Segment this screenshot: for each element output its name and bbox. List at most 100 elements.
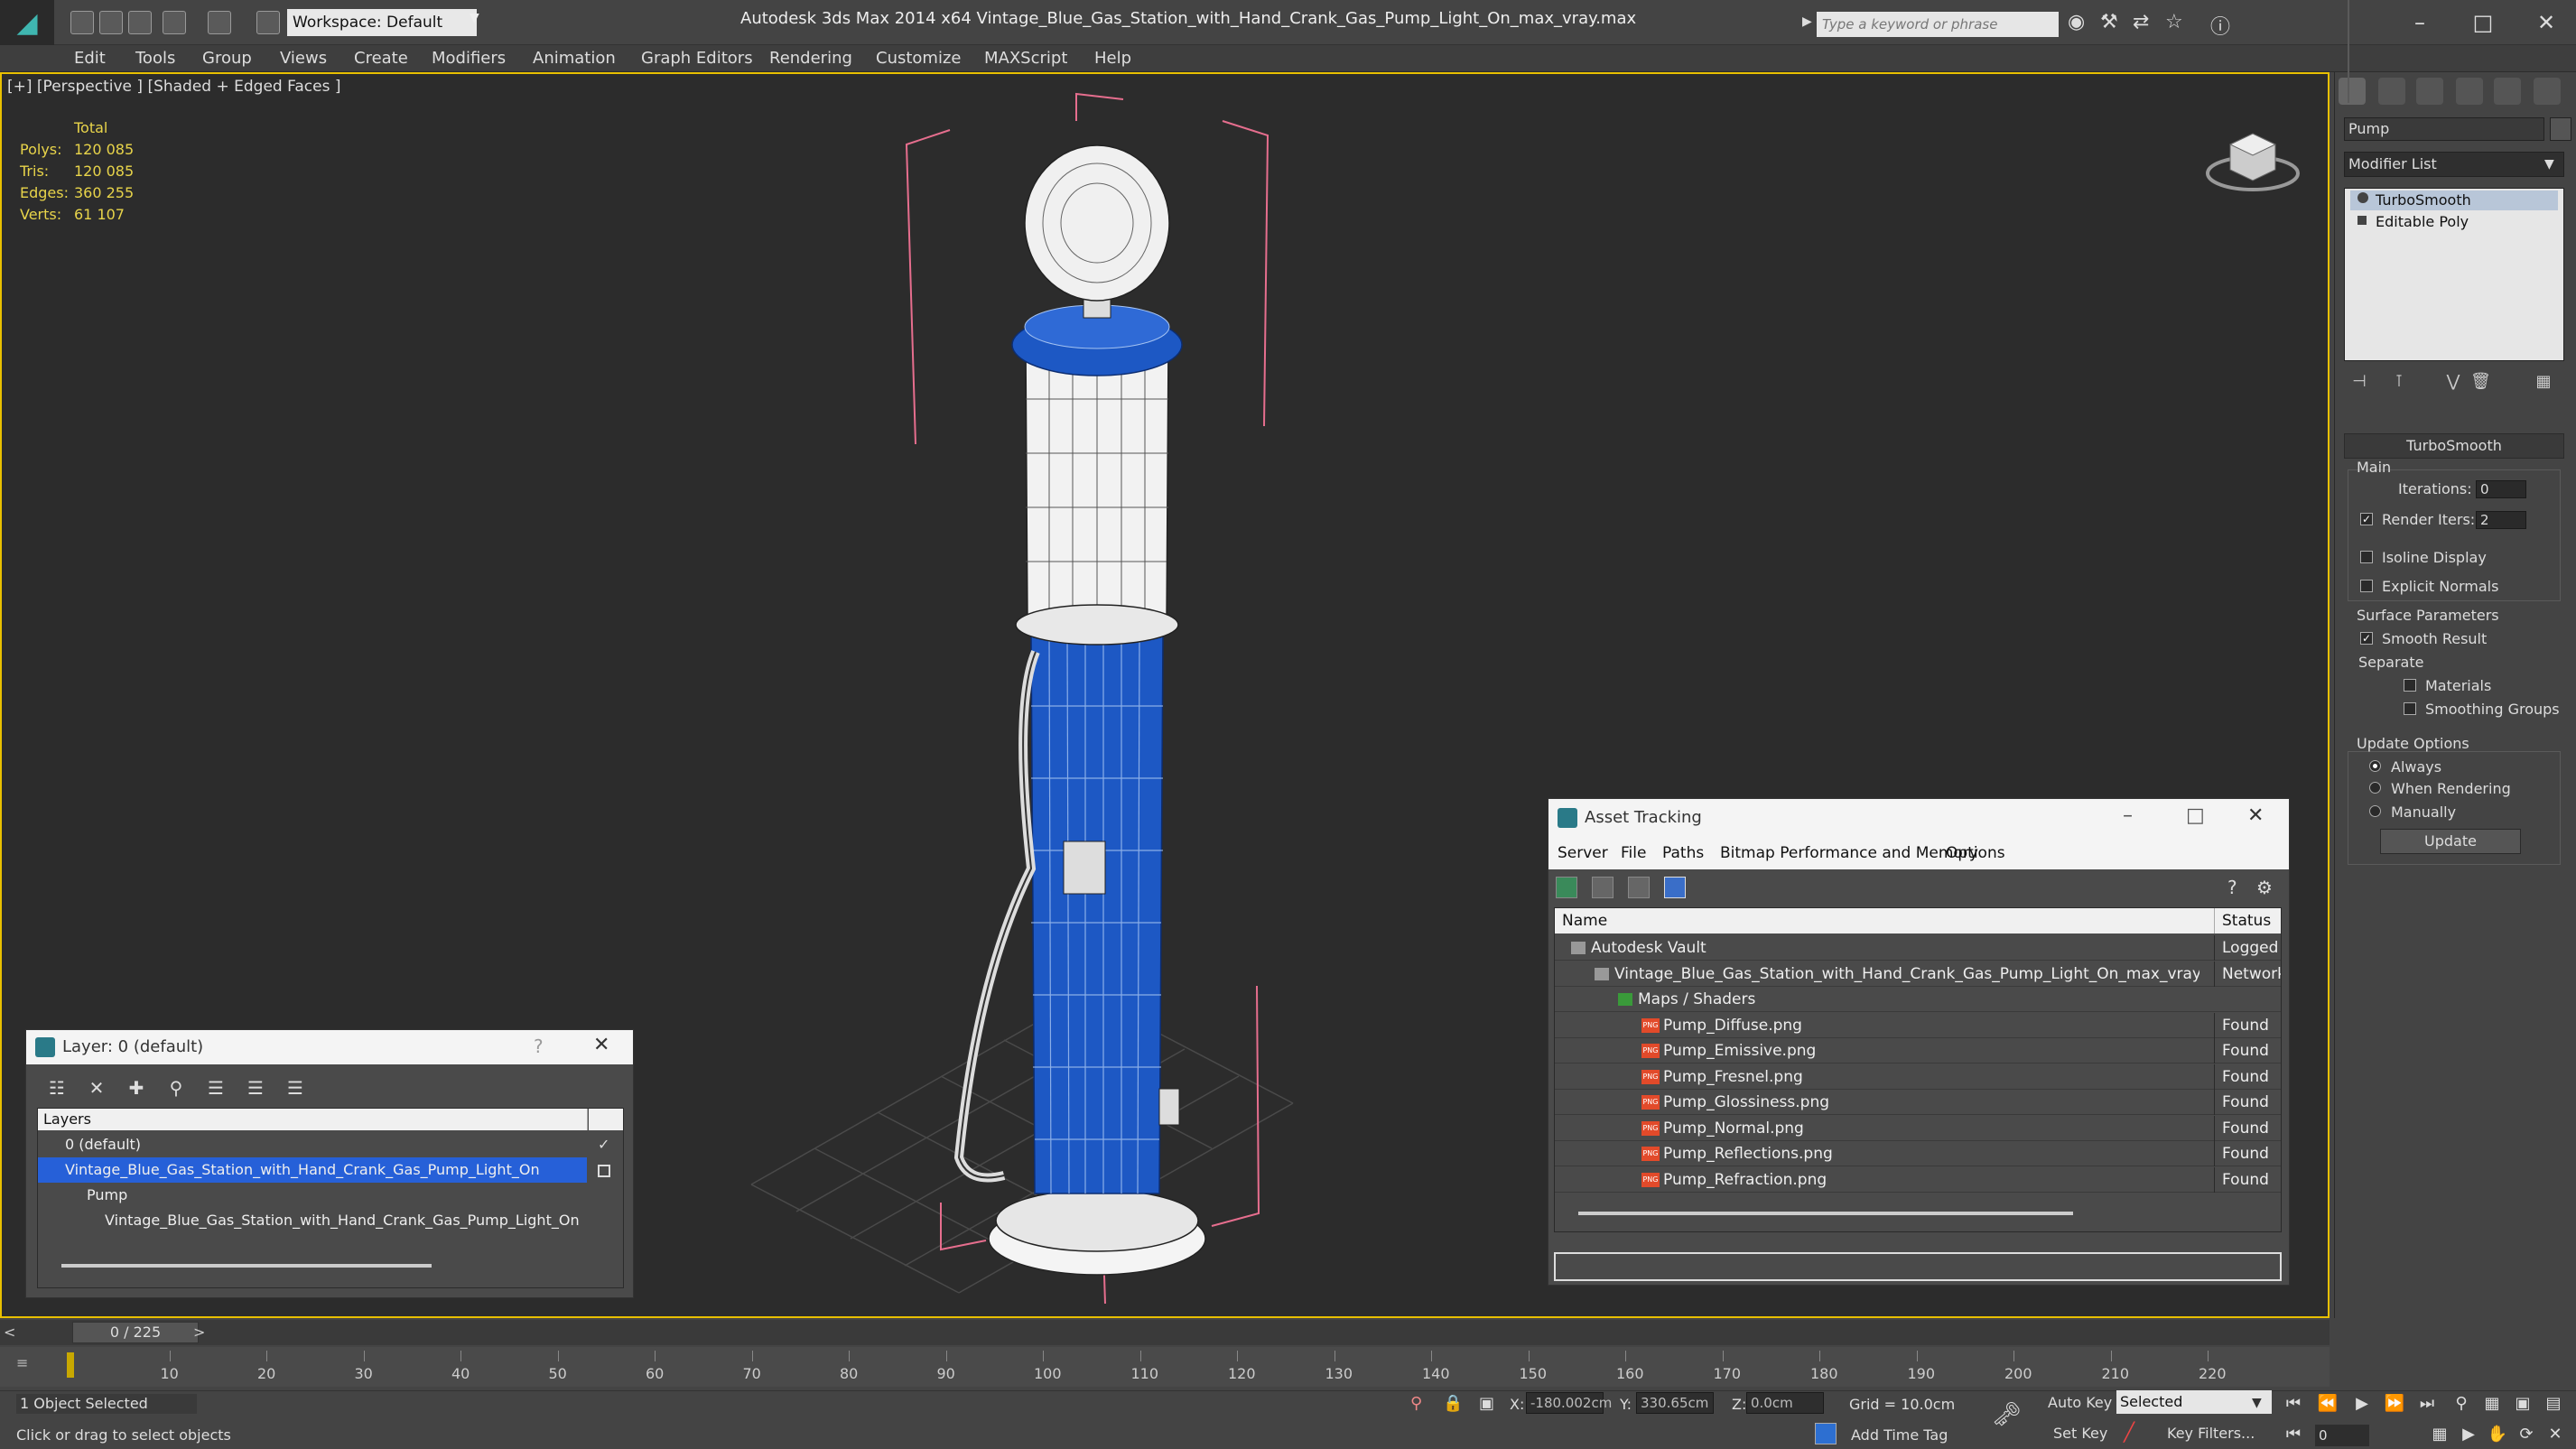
zoom-icon[interactable]: ⚲	[2450, 1394, 2472, 1414]
time-slider[interactable]: 0 / 225	[72, 1322, 199, 1343]
col-name-header[interactable]: Name	[1562, 908, 1607, 933]
turbosmooth-rollout-header[interactable]: TurboSmooth	[2344, 433, 2564, 459]
workspace-chevron-icon[interactable]: ▼	[470, 11, 479, 25]
asset-row[interactable]: PNG Pump_Normal.png Found	[1555, 1115, 2281, 1141]
maximize-icon[interactable]: □	[2465, 7, 2501, 38]
current-frame-field[interactable]: 0	[2315, 1425, 2369, 1446]
table-view-icon[interactable]	[1664, 877, 1686, 898]
walk-through-icon[interactable]: ⟳	[2516, 1425, 2537, 1444]
asset-menu-server[interactable]: Server	[1558, 844, 1608, 862]
asset-row[interactable]: PNG Pump_Glossiness.png Found	[1555, 1090, 2281, 1115]
asset-menu-paths[interactable]: Paths	[1662, 844, 1704, 862]
app-logo-icon[interactable]: ◢	[0, 0, 54, 45]
z-coordinate-field[interactable]: 0.0cm	[1746, 1392, 1824, 1414]
x-coordinate-field[interactable]: -180.002cm	[1526, 1392, 1612, 1414]
minimize-icon[interactable]: –	[2402, 7, 2438, 38]
previous-frame-icon[interactable]: ⏪	[2317, 1394, 2339, 1414]
asset-path-field[interactable]	[1554, 1252, 2282, 1281]
create-tab-icon[interactable]	[2339, 78, 2366, 105]
absolute-mode-icon[interactable]: ▣	[1479, 1394, 1494, 1413]
asset-help-icon[interactable]: ?	[2227, 877, 2237, 898]
asset-row[interactable]: Autodesk Vault Logged Out	[1555, 935, 2281, 961]
select-in-layer-icon[interactable]: ⚲	[165, 1077, 187, 1099]
current-frame-marker[interactable]	[67, 1352, 74, 1378]
asset-table-scrollbar[interactable]	[1578, 1212, 2073, 1215]
delete-layer-icon[interactable]: ✕	[86, 1077, 107, 1099]
manually-radio[interactable]	[2369, 805, 2381, 817]
undo-icon[interactable]	[163, 11, 186, 34]
layer-row[interactable]: Vintage_Blue_Gas_Station_with_Hand_Crank…	[38, 1208, 587, 1233]
menu-group[interactable]: Group	[202, 49, 252, 68]
help-icon[interactable]: ⓘ	[2210, 11, 2230, 40]
stack-item-editable-poly[interactable]: Editable Poly	[2350, 212, 2558, 232]
time-slider-track[interactable]	[0, 1320, 2330, 1345]
menu-views[interactable]: Views	[280, 49, 327, 68]
project-folder-icon[interactable]	[256, 11, 280, 34]
hierarchy-tab-icon[interactable]	[2416, 78, 2443, 105]
refresh-icon[interactable]	[1556, 877, 1577, 898]
menu-rendering[interactable]: Rendering	[769, 49, 852, 68]
key-mode-dropdown[interactable]: Selected	[2116, 1390, 2272, 1414]
save-file-icon[interactable]	[128, 11, 152, 34]
go-to-start-icon[interactable]: ⏮	[2283, 1394, 2304, 1414]
asset-maximize-icon[interactable]: □	[2186, 804, 2205, 827]
set-current-layer-box[interactable]	[598, 1165, 610, 1177]
mini-curve-editor-icon[interactable]: ≡	[16, 1354, 43, 1374]
layer-close-icon[interactable]: ✕	[593, 1034, 609, 1056]
tools-icon[interactable]: ⚒	[2100, 11, 2118, 33]
layers-column-header[interactable]: Layers	[38, 1109, 588, 1130]
render-iters-spinner[interactable]: 2	[2476, 511, 2526, 529]
key-filters-button[interactable]: Key Filters...	[2167, 1425, 2255, 1442]
smoothing-groups-checkbox[interactable]	[2404, 702, 2416, 715]
maximize-toggle-icon[interactable]: ✕	[2544, 1425, 2566, 1444]
layer-list-scrollbar[interactable]	[61, 1264, 432, 1268]
asset-row[interactable]: PNG Pump_Diffuse.png Found	[1555, 1012, 2281, 1038]
thumbnail-view-icon[interactable]	[1628, 877, 1650, 898]
asset-menu-bitmap-performance[interactable]: Bitmap Performance and Memory	[1720, 844, 1978, 862]
modifier-list-chevron-icon[interactable]: ▼	[2544, 157, 2554, 172]
viewcube-icon[interactable]	[2203, 117, 2302, 199]
play-icon[interactable]: ▶	[2351, 1394, 2373, 1414]
pan-icon[interactable]: ✋	[2487, 1425, 2508, 1444]
redo-icon[interactable]	[208, 11, 231, 34]
exchange-icon[interactable]: ⇄	[2133, 11, 2149, 33]
configure-sets-icon[interactable]: ▦	[2534, 372, 2553, 392]
menu-edit[interactable]: Edit	[74, 49, 106, 68]
modify-tab-icon[interactable]	[2378, 78, 2405, 105]
object-name-field[interactable]: Pump	[2344, 117, 2544, 141]
stack-item-turbosmooth[interactable]: TurboSmooth	[2350, 190, 2558, 210]
search-input[interactable]: Type a keyword or phrase	[1817, 12, 2059, 37]
lock-selection-icon[interactable]: 🔒	[1443, 1394, 1463, 1413]
new-file-icon[interactable]	[70, 11, 94, 34]
time-tag-icon[interactable]	[1815, 1423, 1837, 1444]
track-bar[interactable]	[0, 1347, 2330, 1387]
set-key-button[interactable]: Set Key	[2053, 1423, 2113, 1444]
always-radio[interactable]	[2369, 760, 2381, 772]
make-unique-icon[interactable]: ⋁	[2443, 372, 2463, 392]
object-color-swatch[interactable]	[2550, 117, 2571, 141]
go-to-end-icon[interactable]: ⏭	[2416, 1394, 2438, 1414]
menu-customize[interactable]: Customize	[876, 49, 961, 68]
utilities-tab-icon[interactable]	[2534, 78, 2561, 105]
key-icon[interactable]: ╱	[2124, 1421, 2134, 1443]
binoculars-icon[interactable]: ◉	[2068, 11, 2085, 33]
set-key-mode-icon[interactable]: 🗝	[1992, 1401, 2022, 1428]
menu-maxscript[interactable]: MAXScript	[984, 49, 1067, 68]
highlight-layer-icon[interactable]: ☰	[205, 1077, 227, 1099]
modifier-list-dropdown[interactable]: Modifier List	[2344, 152, 2564, 177]
materials-checkbox[interactable]	[2404, 679, 2416, 692]
layer-row[interactable]: Pump	[38, 1183, 587, 1208]
when-rendering-radio[interactable]	[2369, 782, 2381, 794]
current-layer-check-icon[interactable]: ✓	[598, 1136, 609, 1153]
isoline-checkbox[interactable]	[2360, 551, 2373, 563]
isolate-icon[interactable]: ⚲	[1410, 1394, 1422, 1413]
time-next-arrow-icon[interactable]: >	[193, 1324, 205, 1341]
close-icon[interactable]: ✕	[2528, 7, 2564, 38]
auto-key-button[interactable]: Auto Key	[2048, 1392, 2113, 1414]
asset-row[interactable]: PNG Pump_Fresnel.png Found	[1555, 1064, 2281, 1090]
col-status-header[interactable]: Status	[2214, 908, 2281, 933]
asset-menu-options[interactable]: Options	[1946, 844, 2005, 862]
go-to-start-small-icon[interactable]: ⏮	[2283, 1425, 2304, 1444]
show-end-result-icon[interactable]: ⊺	[2389, 372, 2409, 392]
layer-row[interactable]: 0 (default)	[38, 1132, 587, 1157]
